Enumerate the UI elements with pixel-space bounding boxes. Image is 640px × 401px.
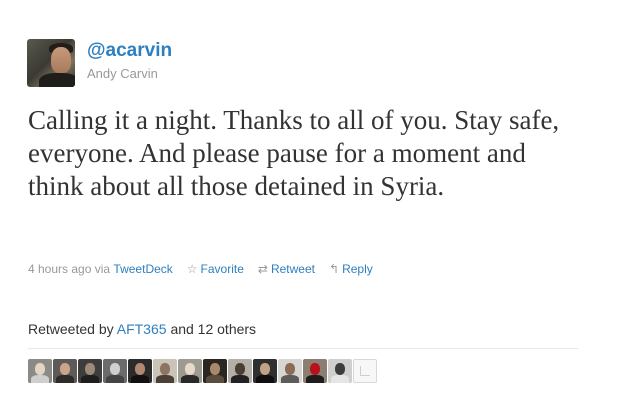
tweet-text: Calling it a night. Thanks to all of you… xyxy=(28,105,560,201)
reply-icon: ↰ xyxy=(329,262,340,276)
reply-label: Reply xyxy=(342,262,373,276)
retweeter-avatar[interactable] xyxy=(228,359,252,383)
retweet-label: Retweet xyxy=(270,262,315,276)
avatar-shoulder xyxy=(39,73,75,87)
favorite-button[interactable]: ☆ Favorite xyxy=(187,262,244,276)
retweeter-avatar[interactable] xyxy=(203,359,227,383)
retweeter-avatar[interactable] xyxy=(328,359,352,383)
retweeter-avatar[interactable] xyxy=(28,359,52,383)
retweeter-avatar[interactable] xyxy=(103,359,127,383)
avatar-face xyxy=(51,47,71,73)
more-retweeters-icon[interactable] xyxy=(353,359,377,383)
retweeter-avatar[interactable] xyxy=(303,359,327,383)
retweeter-avatar[interactable] xyxy=(128,359,152,383)
retweet-icon: ⇄ xyxy=(257,262,268,276)
retweet-button[interactable]: ⇄ Retweet xyxy=(258,262,315,276)
user-avatar[interactable] xyxy=(27,39,75,87)
user-handle-link[interactable]: @acarvin xyxy=(87,40,172,62)
tweet-timestamp[interactable]: 4 hours ago xyxy=(28,262,91,276)
reply-button[interactable]: ↰ Reply xyxy=(329,262,373,276)
star-icon: ☆ xyxy=(186,262,198,276)
retweeter-avatar[interactable] xyxy=(278,359,302,383)
via-label: via xyxy=(94,262,111,276)
retweeter-avatar[interactable] xyxy=(253,359,277,383)
tweet-meta-bar: 4 hours ago via TweetDeck ☆ Favorite ⇄ R… xyxy=(28,261,373,277)
divider xyxy=(28,348,578,349)
tweet-card: @acarvin Andy Carvin Calling it a night.… xyxy=(0,0,640,401)
source-link[interactable]: TweetDeck xyxy=(113,262,172,276)
retweeter-avatar[interactable] xyxy=(178,359,202,383)
user-full-name: Andy Carvin xyxy=(87,66,158,81)
retweeted-by-prefix: Retweeted by xyxy=(28,321,114,337)
retweeted-by-suffix: and 12 others xyxy=(170,321,257,337)
retweeter-avatar[interactable] xyxy=(78,359,102,383)
retweeted-by-line: Retweeted by AFT365 and 12 others xyxy=(28,321,256,337)
retweeter-avatar[interactable] xyxy=(153,359,177,383)
retweeter-link[interactable]: AFT365 xyxy=(117,321,167,337)
retweeter-avatar[interactable] xyxy=(53,359,77,383)
retweeter-avatars xyxy=(28,359,377,383)
favorite-label: Favorite xyxy=(200,262,244,276)
